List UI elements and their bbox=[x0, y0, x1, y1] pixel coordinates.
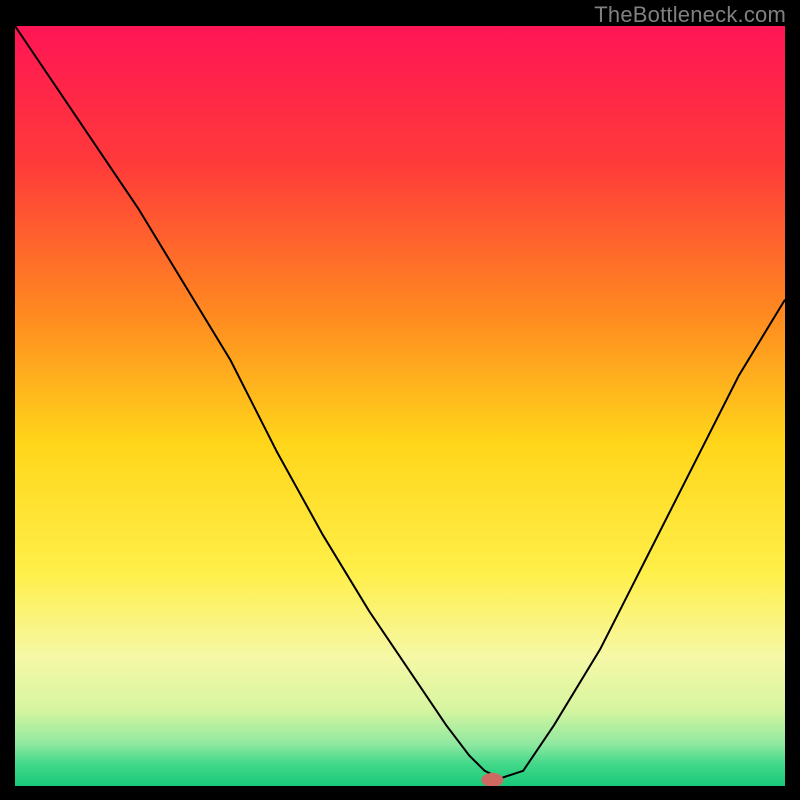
minimum-marker bbox=[481, 773, 503, 786]
plot-area bbox=[15, 26, 785, 786]
chart-frame: TheBottleneck.com bbox=[0, 0, 800, 800]
watermark-text: TheBottleneck.com bbox=[594, 2, 786, 28]
marker-layer bbox=[15, 26, 785, 786]
